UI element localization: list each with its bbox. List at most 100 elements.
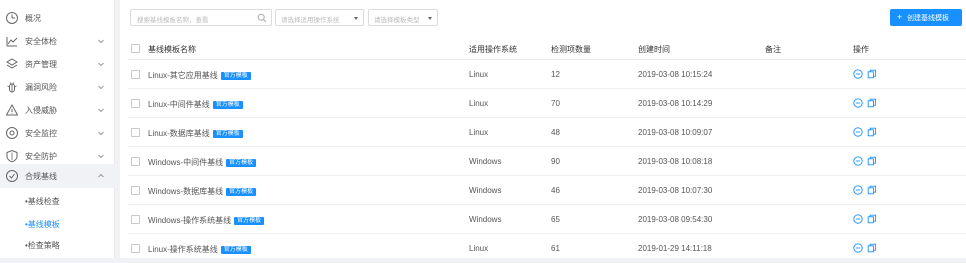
count-cell: 12: [551, 70, 560, 79]
chevron-down-icon: [98, 108, 104, 113]
copy-icon[interactable]: [867, 98, 877, 108]
chevron-down-icon: [98, 39, 104, 44]
sidebar-item-label: 安全防护: [25, 152, 57, 161]
sidebar-subitem-baseline-template[interactable]: •基线模板: [25, 219, 113, 235]
copy-icon[interactable]: [867, 69, 877, 79]
view-icon[interactable]: [853, 127, 863, 137]
type-select-placeholder: 请选择模板类型: [374, 17, 420, 24]
view-icon[interactable]: [853, 243, 863, 253]
view-icon[interactable]: [853, 214, 863, 224]
os-select-placeholder: 请选择适用操作系统: [281, 17, 340, 24]
compliance-icon: [6, 170, 18, 182]
sidebar-item-label: 安全监控: [25, 129, 57, 138]
plus-icon: +: [897, 12, 903, 22]
row-checkbox[interactable]: [131, 157, 140, 166]
sidebar-item-assets[interactable]: 资产管理: [0, 53, 115, 75]
copy-icon[interactable]: [867, 214, 877, 224]
sidebar-item-vulnerabilities[interactable]: 漏洞风险: [0, 76, 115, 98]
template-name: Linux-其它应用基线: [148, 71, 218, 80]
sidebar-item-security-check[interactable]: 安全体检: [0, 30, 115, 52]
chevron-up-icon: [98, 173, 104, 178]
copy-icon[interactable]: [867, 156, 877, 166]
row-checkbox[interactable]: [131, 244, 140, 253]
row-checkbox[interactable]: [131, 215, 140, 224]
table-header: 基线模板名称 适用操作系统 检测项数量 创建时间 备注 操作: [128, 38, 966, 60]
row-checkbox[interactable]: [131, 186, 140, 195]
created-cell: 2019-03-08 10:07:30: [638, 186, 713, 195]
template-name-cell: Windows-数据库基线 官方模板: [148, 186, 257, 197]
template-name: Windows-数据库基线: [148, 187, 224, 196]
official-template-badge: 官方模板: [220, 72, 251, 80]
view-icon[interactable]: [853, 98, 863, 108]
shield-icon: [6, 149, 18, 163]
bug-icon: [7, 82, 17, 93]
os-cell: Windows: [469, 157, 502, 166]
line-chart-icon: [6, 37, 18, 47]
sidebar-item-label: 漏洞风险: [25, 83, 57, 92]
os-cell: Linux: [469, 99, 489, 108]
column-header-count: 检测项数量: [551, 45, 591, 54]
template-name-cell: Linux-数据库基线 官方模板: [148, 128, 243, 139]
os-cell: Linux: [469, 244, 489, 253]
view-icon[interactable]: [853, 156, 863, 166]
sidebar: 概况 安全体检 资产管理 漏洞风险 入侵威胁 安全监控 安全防护 合规基线 •基…: [0, 0, 115, 258]
sidebar-item-overview[interactable]: 概况: [0, 7, 115, 29]
main-panel: 搜索基线模板名称，查看 请选择适用操作系统 请选择模板类型 + 创建基线模板 基…: [120, 0, 966, 263]
gauge-icon: [6, 12, 18, 24]
count-cell: 65: [551, 215, 560, 224]
template-name-cell: Linux-其它应用基线 官方模板: [148, 70, 251, 81]
os-select[interactable]: 请选择适用操作系统: [275, 9, 364, 26]
copy-icon[interactable]: [867, 243, 877, 253]
row-checkbox[interactable]: [131, 70, 140, 79]
column-header-os: 适用操作系统: [469, 45, 517, 54]
search-input[interactable]: 搜索基线模板名称，查看: [130, 9, 272, 26]
sidebar-item-monitoring[interactable]: 安全监控: [0, 122, 115, 144]
count-cell: 90: [551, 157, 560, 166]
column-header-created: 创建时间: [638, 45, 670, 54]
created-cell: 2019-03-08 10:15:24: [638, 70, 713, 79]
count-cell: 48: [551, 128, 560, 137]
sidebar-subitem-check-policy[interactable]: •检查策略: [25, 240, 113, 256]
target-icon: [6, 127, 18, 139]
official-template-badge: 官方模板: [226, 159, 257, 167]
table-row: Linux-数据库基线 官方模板 Linux 48 2019-03-08 10:09:0…: [128, 118, 966, 147]
official-template-badge: 官方模板: [226, 188, 257, 196]
row-checkbox[interactable]: [131, 128, 140, 137]
view-icon[interactable]: [853, 69, 863, 79]
chevron-down-icon: [98, 62, 104, 67]
sidebar-subitem-baseline-check[interactable]: •基线检查: [25, 196, 113, 212]
count-cell: 61: [551, 244, 560, 253]
layers-icon: [6, 58, 18, 69]
template-name-cell: Linux-操作系统基线 官方模板: [148, 244, 251, 255]
official-template-badge: 官方模板: [234, 217, 265, 225]
view-icon[interactable]: [853, 185, 863, 195]
caret-down-icon: [354, 17, 358, 20]
os-cell: Windows: [469, 215, 502, 224]
type-select[interactable]: 请选择模板类型: [368, 9, 438, 26]
table-row: Windows-操作系统基线 官方模板 Windows 65 2019-03-08 09…: [128, 205, 966, 234]
template-name: Linux-数据库基线: [148, 129, 210, 138]
count-cell: 46: [551, 186, 560, 195]
count-cell: 70: [551, 99, 560, 108]
copy-icon[interactable]: [867, 127, 877, 137]
sidebar-item-label: 入侵威胁: [25, 106, 57, 115]
sidebar-item-intrusion[interactable]: 入侵威胁: [0, 99, 115, 121]
created-cell: 2019-01-29 14:11:18: [638, 244, 712, 253]
column-header-actions: 操作: [853, 45, 869, 54]
caret-down-icon: [428, 17, 432, 20]
template-name: Linux-操作系统基线: [148, 245, 218, 254]
create-template-button[interactable]: + 创建基线模板: [890, 9, 962, 26]
created-cell: 2019-03-08 10:14:29: [638, 99, 713, 108]
column-header-note: 备注: [765, 45, 781, 54]
chevron-down-icon: [98, 85, 104, 90]
search-placeholder: 搜索基线模板名称，查看: [137, 17, 209, 24]
search-icon[interactable]: [257, 13, 267, 23]
row-checkbox[interactable]: [131, 99, 140, 108]
sidebar-item-label: 安全体检: [25, 37, 57, 46]
copy-icon[interactable]: [867, 185, 877, 195]
os-cell: Windows: [469, 186, 502, 195]
created-cell: 2019-03-08 10:08:18: [638, 157, 713, 166]
template-name-cell: Linux-中间件基线 官方模板: [148, 99, 243, 110]
sidebar-item-compliance[interactable]: 合规基线: [0, 164, 115, 188]
select-all-checkbox[interactable]: [131, 44, 140, 53]
